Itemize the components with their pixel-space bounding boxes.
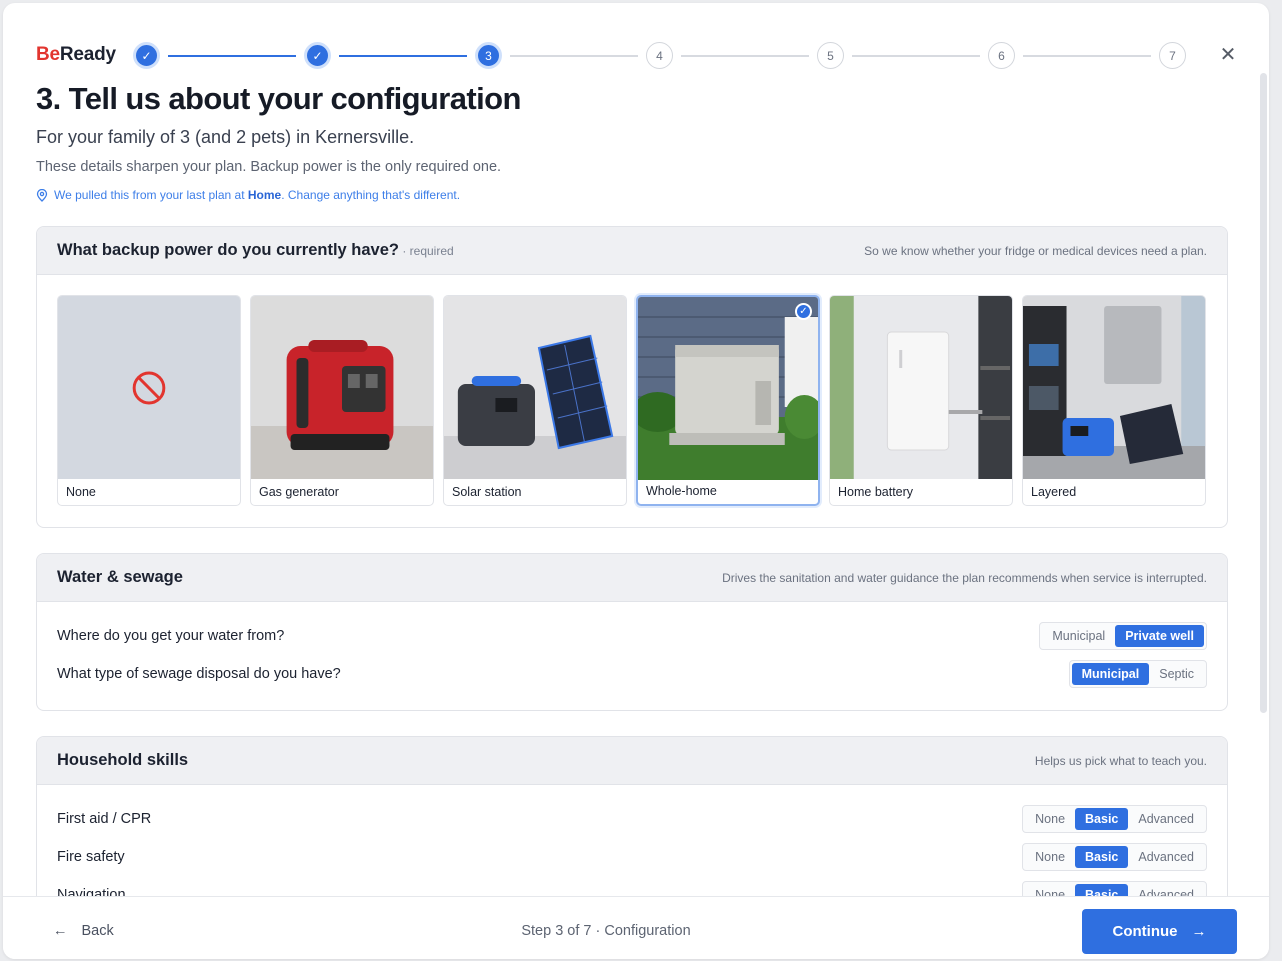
- question-label: Fire safety: [57, 849, 125, 865]
- option-label: None: [66, 485, 96, 499]
- continue-button[interactable]: Continue →: [1082, 909, 1237, 954]
- step-connector: [168, 55, 296, 57]
- segment-option[interactable]: Basic: [1075, 846, 1129, 868]
- step-connector: [339, 55, 467, 57]
- location-pin-icon: [36, 188, 48, 202]
- segment-option[interactable]: Septic: [1149, 663, 1204, 685]
- segmented-control: None Basic Advanced: [1022, 881, 1207, 896]
- step-4-indicator: 4: [646, 42, 673, 69]
- home-battery-image: [830, 296, 1012, 479]
- segment-option[interactable]: Basic: [1075, 808, 1129, 830]
- option-label: Whole-home: [646, 484, 717, 498]
- question-row: Navigation None Basic Advanced: [37, 876, 1227, 896]
- step-2-check-icon[interactable]: ✓: [304, 42, 331, 69]
- question-row: Where do you get your water from? Municip…: [37, 617, 1227, 655]
- selected-check-icon: ✓: [795, 303, 812, 320]
- step-indicator: Step 3 of 7 · Configuration: [521, 923, 691, 939]
- question-row: Fire safety None Basic Advanced: [37, 838, 1227, 876]
- household-skills-card: Household skills Helps us pick what to t…: [36, 736, 1228, 896]
- scrollbar[interactable]: [1260, 73, 1267, 713]
- segment-option[interactable]: Basic: [1075, 884, 1129, 896]
- household-skills-header: Household skills Helps us pick what to t…: [37, 737, 1227, 785]
- step-3-indicator[interactable]: 3: [475, 42, 502, 69]
- continue-label: Continue: [1112, 923, 1178, 940]
- brand-logo: BeReady: [36, 44, 116, 65]
- segment-option[interactable]: None: [1025, 808, 1075, 830]
- scroll-area[interactable]: BeReady ✓ ✓ 3 4 5 6 7 ✕ 3. Tell us about your …: [3, 3, 1269, 896]
- question-label: What type of sewage disposal do you have…: [57, 666, 341, 682]
- segmented-control: None Basic Advanced: [1022, 843, 1207, 871]
- household-skills-title: Household skills: [57, 751, 189, 769]
- option-label: Solar station: [452, 485, 522, 499]
- step-connector: [681, 55, 809, 57]
- segment-option[interactable]: None: [1025, 846, 1075, 868]
- footer-bar: ← Back Step 3 of 7 · Configuration Conti…: [3, 896, 1269, 959]
- option-layered[interactable]: Layered: [1022, 295, 1206, 506]
- question-label: First aid / CPR: [57, 811, 152, 827]
- segment-option[interactable]: Advanced: [1128, 846, 1204, 868]
- segment-option[interactable]: Private well: [1115, 625, 1204, 647]
- step-5-indicator: 5: [817, 42, 844, 69]
- no-backup-icon: [58, 296, 240, 479]
- step-connector: [1023, 55, 1151, 57]
- option-label: Layered: [1031, 485, 1077, 499]
- question-label: Navigation: [57, 887, 126, 896]
- segment-option[interactable]: Municipal: [1071, 663, 1150, 685]
- option-none[interactable]: None: [57, 295, 241, 506]
- water-sewage-header: Water & sewage Drives the sanitation and…: [37, 554, 1227, 602]
- segment-option[interactable]: None: [1025, 884, 1075, 896]
- layered-image: [1023, 296, 1205, 479]
- option-label: Home battery: [838, 485, 914, 499]
- required-tag: · required: [398, 244, 454, 258]
- option-whole-home[interactable]: ✓ Whole-home: [636, 295, 820, 506]
- segment-option[interactable]: Municipal: [1042, 625, 1115, 647]
- backup-power-card: What backup power do you currently have?…: [36, 226, 1228, 528]
- arrow-right-icon: →: [1191, 923, 1207, 940]
- segment-option[interactable]: Advanced: [1128, 808, 1204, 830]
- question-row: What type of sewage disposal do you have…: [37, 655, 1227, 693]
- backup-power-options: None Gas generator Solar station ✓ Whole…: [37, 275, 1227, 526]
- option-solar-station[interactable]: Solar station: [443, 295, 627, 506]
- backup-power-title: What backup power do you currently have?: [57, 241, 399, 259]
- page-subtitle: For your family of 3 (and 2 pets) in Ker…: [36, 127, 415, 147]
- stepper: BeReady ✓ ✓ 3 4 5 6 7 ✕: [36, 39, 1236, 73]
- segmented-control: Municipal Private well: [1039, 622, 1207, 650]
- question-row: First aid / CPR None Basic Advanced: [37, 800, 1227, 838]
- prefill-note-text: We pulled this from your last plan at Ho…: [54, 188, 461, 202]
- solar-station-image: [444, 296, 626, 479]
- water-sewage-card: Water & sewage Drives the sanitation and…: [36, 553, 1228, 711]
- segmented-control: None Basic Advanced: [1022, 805, 1207, 833]
- backup-power-header: What backup power do you currently have?…: [37, 227, 1227, 275]
- question-label: Where do you get your water from?: [57, 628, 285, 644]
- segmented-control: Municipal Septic: [1068, 660, 1207, 688]
- option-label: Gas generator: [259, 485, 339, 499]
- page-title: 3. Tell us about your configuration: [36, 81, 521, 116]
- step-6-indicator: 6: [988, 42, 1015, 69]
- whole-home-image: [638, 297, 818, 480]
- prefill-note: We pulled this from your last plan at Ho…: [36, 188, 460, 202]
- gas-generator-image: [251, 296, 433, 479]
- segment-option[interactable]: Advanced: [1128, 884, 1204, 896]
- prefill-place-link[interactable]: Home: [248, 188, 281, 202]
- step-1-check-icon[interactable]: ✓: [133, 42, 160, 69]
- option-gas-generator[interactable]: Gas generator: [250, 295, 434, 506]
- option-home-battery[interactable]: Home battery: [829, 295, 1013, 506]
- water-sewage-title: Water & sewage: [57, 568, 183, 586]
- close-icon[interactable]: ✕: [1218, 45, 1238, 65]
- water-sewage-hint: Drives the sanitation and water guidance…: [722, 570, 1207, 585]
- backup-power-hint: So we know whether your fridge or medica…: [864, 243, 1207, 258]
- step-connector: [852, 55, 980, 57]
- page-description: These details sharpen your plan. Backup …: [36, 159, 502, 175]
- step-connector: [510, 55, 638, 57]
- step-7-indicator: 7: [1159, 42, 1186, 69]
- household-skills-hint: Helps us pick what to teach you.: [1034, 753, 1207, 768]
- setup-modal: BeReady ✓ ✓ 3 4 5 6 7 ✕ 3. Tell us about your …: [3, 3, 1269, 959]
